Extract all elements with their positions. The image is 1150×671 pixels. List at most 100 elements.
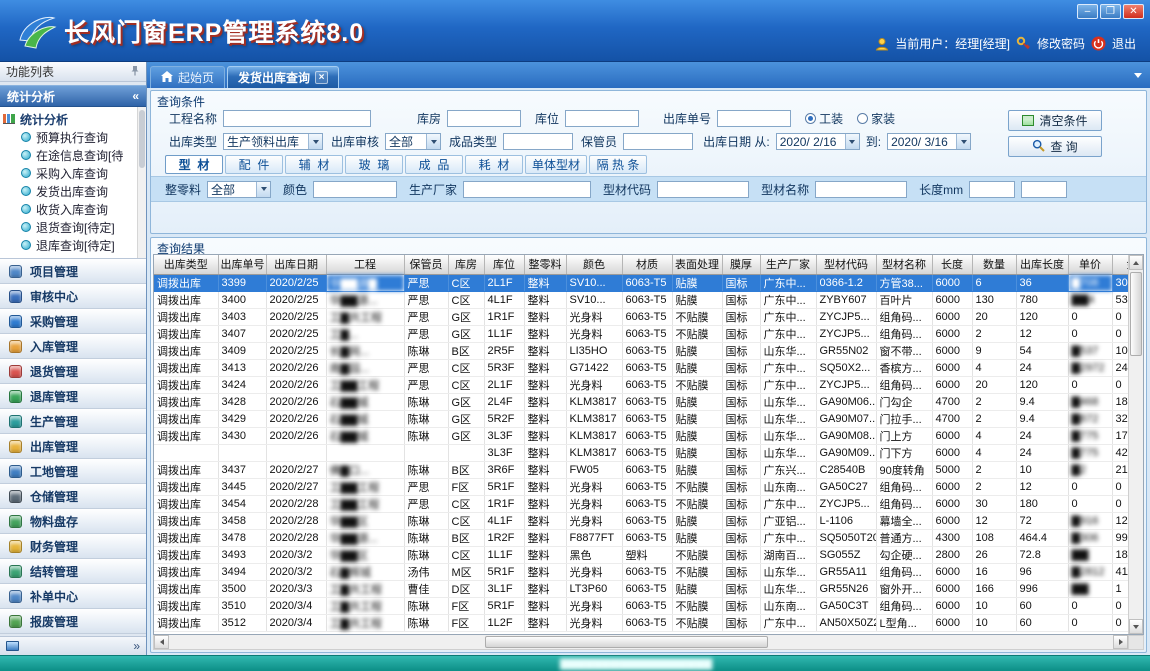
grid-cell[interactable]: 6063-T5	[622, 580, 672, 597]
grid-cell[interactable]: 2020/2/25	[266, 274, 326, 291]
grid-cell[interactable]: 6000	[932, 478, 972, 495]
grid-cell[interactable]: 光身料	[566, 325, 622, 342]
grid-cell[interactable]: 1R1F	[484, 308, 524, 325]
grid-cell[interactable]: 不贴膜	[672, 478, 722, 495]
grid-cell[interactable]: 6000	[932, 274, 972, 291]
grid-cell[interactable]: C区	[448, 376, 484, 393]
grid-cell[interactable]: GA90M07...	[816, 410, 876, 427]
column-header-19[interactable]: 金	[1112, 255, 1128, 274]
grid-cell[interactable]: 2020/2/25	[266, 325, 326, 342]
grid-cell[interactable]: ▇916	[1068, 512, 1112, 529]
grid-cell[interactable]: 陈琳	[404, 427, 448, 444]
grid-cell[interactable]: SV10...	[566, 274, 622, 291]
profile-name-input[interactable]	[815, 181, 907, 198]
column-header-17[interactable]: 出库长度	[1016, 255, 1068, 274]
grid-cell[interactable]: 2020/2/26	[266, 427, 326, 444]
grid-cell[interactable]: 国标	[722, 291, 760, 308]
grid-cell[interactable]: 光身料	[566, 308, 622, 325]
grid-cell[interactable]: 0	[1112, 325, 1128, 342]
grid-cell[interactable]: 组角码...	[876, 495, 932, 512]
tree-item-4[interactable]: 收货入库查询	[3, 200, 136, 218]
grid-cell[interactable]: 5R2F	[484, 410, 524, 427]
grid-cell[interactable]: 123	[1112, 512, 1128, 529]
grid-cell[interactable]: 3428	[218, 393, 266, 410]
grid-cell[interactable]: 3407	[218, 325, 266, 342]
grid-cell[interactable]: 166	[972, 580, 1016, 597]
grid-cell[interactable]: 调拨出库	[154, 410, 218, 427]
grid-cell[interactable]: 3430	[218, 427, 266, 444]
grid-cell[interactable]: 998	[1112, 529, 1128, 546]
grid-cell[interactable]: 3399	[218, 274, 266, 291]
column-header-9[interactable]: 材质	[622, 255, 672, 274]
grid-cell[interactable]: 调拨出库	[154, 580, 218, 597]
grid-cell[interactable]: ZYCJP5...	[816, 308, 876, 325]
grid-cell[interactable]: 3L3F	[484, 427, 524, 444]
grid-cell[interactable]: 陈琳	[404, 614, 448, 631]
column-header-4[interactable]: 保管员	[404, 255, 448, 274]
grid-cell[interactable]: 山东华...	[760, 342, 816, 359]
grid-cell[interactable]: 调拨出库	[154, 376, 218, 393]
grid-cell[interactable]: AN50X50Z2	[816, 614, 876, 631]
grid-cell[interactable]: 严思	[404, 376, 448, 393]
grid-cell[interactable]: 工▇...	[326, 325, 404, 342]
grid-cell[interactable]: 16	[972, 563, 1016, 580]
grid-cell[interactable]: 佛▇口...	[326, 461, 404, 478]
grid-cell[interactable]: ZYCJP5...	[816, 495, 876, 512]
table-row[interactable]: 调拨出库35002020/3/3工▇共工程曹佳D区3L1F整料LT3P60606…	[154, 580, 1128, 597]
grid-cell[interactable]: 陈琳	[404, 393, 448, 410]
grid-cell[interactable]	[154, 444, 218, 461]
table-row[interactable]: 调拨出库34292020/2/26石▇▇城陈琳G区5R2F整料KLM381760…	[154, 410, 1128, 427]
grid-cell[interactable]: 光身料	[566, 376, 622, 393]
grid-cell[interactable]: ▇▇4	[1068, 291, 1112, 308]
grid-cell[interactable]: GA50C27	[816, 478, 876, 495]
grid-cell[interactable]: 6063-T5	[622, 495, 672, 512]
grid-cell[interactable]: 6000	[932, 614, 972, 631]
table-row[interactable]: 调拨出库34582020/2/28华▇▇区陈琳C区4L1F整料光身料6063-T…	[154, 512, 1128, 529]
grid-cell[interactable]: ▇▇	[1068, 546, 1112, 563]
grid-cell[interactable]: ▇468	[1068, 393, 1112, 410]
grid-cell[interactable]: 3458	[218, 512, 266, 529]
grid-cell[interactable]: 石▇▇城	[326, 393, 404, 410]
grid-cell[interactable]: 石▇▇城	[326, 427, 404, 444]
change-password-link[interactable]: 修改密码	[1037, 35, 1085, 52]
tree-scrollbar[interactable]	[137, 107, 146, 258]
table-row[interactable]: 调拨出库33992020/2/25华▇▇源▇严思C区2L1F整料SV10...6…	[154, 274, 1128, 291]
grid-cell[interactable]: 华▇▇区	[326, 546, 404, 563]
grid-cell[interactable]: 调拨出库	[154, 359, 218, 376]
grid-cell[interactable]: 组角码...	[876, 376, 932, 393]
grid-cell[interactable]: 贴膜	[672, 342, 722, 359]
grid-cell[interactable]: 国标	[722, 495, 760, 512]
grid-cell[interactable]: 国标	[722, 274, 760, 291]
grid-cell[interactable]: 贴膜	[672, 461, 722, 478]
grid-cell[interactable]: 6000	[932, 563, 972, 580]
grid-cell[interactable]: 塑料	[622, 546, 672, 563]
grid-cell[interactable]: SQ5050T20	[816, 529, 876, 546]
grid-cell[interactable]: 整料	[524, 563, 566, 580]
grid-cell[interactable]: 1L1F	[484, 325, 524, 342]
grid-cell[interactable]: 贴膜	[672, 274, 722, 291]
grid-cell[interactable]: 1L1F	[484, 546, 524, 563]
grid-cell[interactable]: 陈琳	[404, 597, 448, 614]
grid-cell[interactable]: 6000	[932, 597, 972, 614]
grid-cell[interactable]: 6	[972, 274, 1016, 291]
grid-cell[interactable]: 国标	[722, 410, 760, 427]
column-header-12[interactable]: 生产厂家	[760, 255, 816, 274]
grid-cell[interactable]: 6063-T5	[622, 512, 672, 529]
sidebar-item-3[interactable]: 入库管理	[0, 334, 146, 359]
column-header-18[interactable]: 单价	[1068, 255, 1112, 274]
grid-cell[interactable]: 陈琳	[404, 546, 448, 563]
out-type-select[interactable]: 生产领料出库	[223, 133, 323, 150]
grid-cell[interactable]: 贴膜	[672, 444, 722, 461]
grid-cell[interactable]: 2020/2/26	[266, 359, 326, 376]
grid-cell[interactable]: 山东华...	[760, 580, 816, 597]
grid-cell[interactable]: 广东中...	[760, 495, 816, 512]
grid-cell[interactable]: 严思	[404, 291, 448, 308]
grid-cell[interactable]: 山东华...	[760, 427, 816, 444]
grid-cell[interactable]: 整料	[524, 546, 566, 563]
grid-cell[interactable]: 工▇▇工程	[326, 478, 404, 495]
vertical-scrollbar[interactable]	[1128, 255, 1143, 634]
grid-cell[interactable]: 6000	[932, 495, 972, 512]
grid-cell[interactable]: 535	[1112, 291, 1128, 308]
grid-cell[interactable]: 2020/2/28	[266, 495, 326, 512]
grid-cell[interactable]: 3512	[218, 614, 266, 631]
